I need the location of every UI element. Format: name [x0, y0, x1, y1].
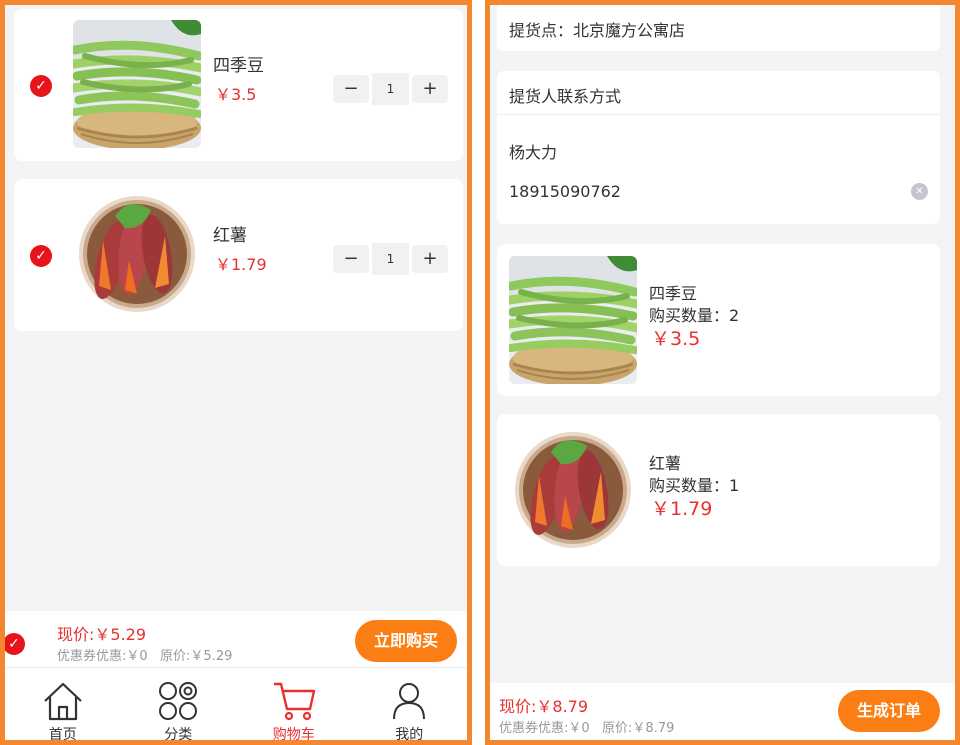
contact-card: 提货人联系方式 杨大力 18915090762 ✕: [497, 71, 940, 224]
tab-home[interactable]: 首页: [5, 668, 121, 743]
discount-original-price: 优惠券优惠:￥0 原价:￥5.29: [57, 649, 233, 664]
order-item: 四季豆 购买数量：2 ￥3.5: [497, 244, 940, 396]
order-summary-bar: 现价:￥8.79 优惠券优惠:￥0 原价:￥8.79 生成订单: [490, 683, 955, 740]
pickup-point-card: 提货点：北京魔方公寓店: [497, 5, 940, 51]
user-icon: [393, 683, 426, 720]
product-image-green-beans[interactable]: [73, 20, 201, 148]
cart-icon: [273, 682, 315, 721]
quantity-stepper: − 1 +: [333, 73, 451, 105]
product-price: ￥1.79: [215, 255, 267, 274]
current-price: 现价:￥8.79: [499, 697, 589, 716]
product-price: ￥3.5: [651, 328, 701, 350]
increase-button[interactable]: +: [412, 75, 448, 103]
tab-cart[interactable]: 购物车: [236, 668, 352, 743]
contact-phone-field[interactable]: 18915090762: [509, 182, 621, 201]
clear-input-icon[interactable]: ✕: [911, 183, 928, 200]
quantity-value[interactable]: 1: [372, 243, 409, 275]
tab-category[interactable]: 分类: [121, 668, 237, 743]
cart-item: ✓ 红薯 ￥1.79 − 1 +: [14, 179, 463, 331]
cart-screen: ✓ 四季豆 ￥3.5 − 1 + ✓ 红薯 ￥1.79 − 1 + ✓ 现价:￥…: [0, 0, 472, 745]
buy-now-button[interactable]: 立即购买: [355, 620, 457, 662]
decrease-button[interactable]: −: [333, 75, 369, 103]
tab-label: 分类: [164, 727, 193, 743]
product-price: ￥3.5: [215, 85, 257, 104]
tab-mine[interactable]: 我的: [352, 668, 468, 743]
purchase-quantity: 购买数量：2: [649, 306, 740, 325]
generate-order-button[interactable]: 生成订单: [838, 690, 940, 732]
purchase-quantity: 购买数量：1: [649, 476, 740, 495]
bottom-tab-bar: 首页 分类 购物车 我的: [5, 667, 468, 743]
pickup-point: 提货点：北京魔方公寓店: [509, 21, 686, 40]
product-name: 红薯: [213, 226, 247, 246]
product-image-green-beans: [509, 256, 637, 384]
product-name: 红薯: [649, 454, 682, 473]
product-image-sweet-potato[interactable]: [73, 190, 201, 318]
quantity-value[interactable]: 1: [372, 73, 409, 105]
order-item: 红薯 购买数量：1 ￥1.79: [497, 414, 940, 566]
product-price: ￥1.79: [651, 498, 713, 520]
discount-original-price: 优惠券优惠:￥0 原价:￥8.79: [499, 721, 675, 736]
product-name: 四季豆: [649, 284, 698, 303]
select-all-checkbox-icon[interactable]: ✓: [5, 633, 25, 655]
tab-label: 首页: [48, 727, 77, 743]
checkbox-checked-icon[interactable]: ✓: [30, 75, 52, 97]
tab-label: 我的: [395, 727, 424, 743]
category-icon: [159, 682, 198, 720]
decrease-button[interactable]: −: [333, 245, 369, 273]
cart-item: ✓ 四季豆 ￥3.5 − 1 +: [14, 9, 463, 161]
increase-button[interactable]: +: [412, 245, 448, 273]
checkout-bar: ✓ 现价:￥5.29 优惠券优惠:￥0 原价:￥5.29 立即购买: [5, 611, 467, 667]
checkbox-checked-icon[interactable]: ✓: [30, 245, 52, 267]
product-image-sweet-potato: [509, 426, 637, 554]
contact-header: 提货人联系方式: [509, 87, 622, 106]
tab-label: 购物车: [272, 727, 315, 743]
home-icon: [43, 682, 82, 721]
current-price: 现价:￥5.29: [57, 625, 147, 644]
order-screen: 提货点：北京魔方公寓店 提货人联系方式 杨大力 18915090762 ✕ 四季…: [485, 0, 960, 745]
product-name: 四季豆: [213, 56, 264, 76]
divider: [497, 114, 940, 115]
contact-name-field[interactable]: 杨大力: [509, 139, 557, 163]
quantity-stepper: − 1 +: [333, 243, 451, 275]
